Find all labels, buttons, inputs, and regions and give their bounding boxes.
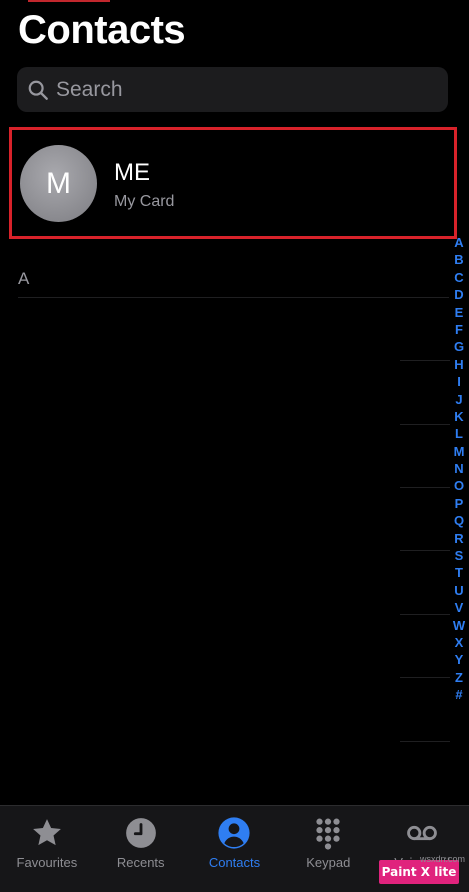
index-letter-w[interactable]: W [453, 617, 465, 634]
tab-favourites[interactable]: Favourites [0, 806, 94, 892]
tab-label-contacts: Contacts [208, 855, 261, 870]
index-letter-i[interactable]: I [457, 373, 461, 390]
tab-recents[interactable]: Recents [94, 806, 188, 892]
index-letter-f[interactable]: F [455, 321, 463, 338]
index-letter-a[interactable]: A [454, 234, 463, 251]
clock-icon [125, 818, 156, 848]
search-input[interactable] [56, 77, 436, 102]
alphabet-index[interactable]: A B C D E F G H I J K L M N O P Q R S T … [449, 234, 469, 702]
row-divider [400, 424, 450, 425]
watermark-site: wsxdn.com [420, 854, 466, 864]
card-subtitle: My Card [114, 193, 175, 210]
row-divider [400, 614, 450, 615]
index-letter-n[interactable]: N [454, 460, 463, 477]
top-accent-line [28, 0, 110, 2]
index-letter-u[interactable]: U [454, 582, 463, 599]
index-letter-g[interactable]: G [454, 338, 464, 355]
row-divider [400, 741, 450, 742]
index-letter-hash[interactable]: # [455, 686, 462, 703]
magnifier-icon [28, 80, 48, 100]
voicemail-icon [407, 825, 437, 841]
index-letter-e[interactable]: E [455, 304, 464, 321]
tab-label-recents: Recents [116, 855, 165, 870]
index-letter-h[interactable]: H [454, 356, 463, 373]
row-divider [400, 487, 450, 488]
index-letter-k[interactable]: K [454, 408, 463, 425]
index-letter-b[interactable]: B [454, 251, 463, 268]
index-letter-d[interactable]: D [454, 286, 463, 303]
person-circle-icon [218, 817, 251, 849]
row-divider [400, 677, 450, 678]
index-letter-c[interactable]: C [454, 269, 463, 286]
index-letter-o[interactable]: O [454, 477, 464, 494]
row-divider [400, 360, 450, 361]
tab-keypad[interactable]: Keypad [281, 806, 375, 892]
index-letter-r[interactable]: R [454, 530, 463, 547]
index-letter-j[interactable]: J [455, 391, 462, 408]
index-letter-v[interactable]: V [455, 599, 464, 616]
index-letter-y[interactable]: Y [455, 651, 464, 668]
keypad-icon [316, 818, 340, 850]
contacts-screen: Contacts M ME My Card A A B C D E F G H … [0, 0, 469, 892]
avatar-initial: M [46, 166, 71, 200]
index-letter-p[interactable]: P [455, 495, 464, 512]
star-icon [33, 819, 61, 846]
tab-label-favourites: Favourites [16, 855, 78, 870]
index-letter-x[interactable]: X [455, 634, 464, 651]
index-letter-t[interactable]: T [455, 564, 463, 581]
tab-contacts[interactable]: Contacts [188, 806, 282, 892]
avatar: M [20, 145, 97, 222]
my-card[interactable]: M ME My Card [9, 127, 457, 239]
section-divider [18, 297, 449, 298]
index-letter-m[interactable]: M [454, 443, 465, 460]
tab-label-keypad: Keypad [306, 855, 351, 870]
section-header-a: A [18, 269, 30, 288]
index-letter-q[interactable]: Q [454, 512, 464, 529]
index-letter-s[interactable]: S [455, 547, 464, 564]
search-bar[interactable] [17, 67, 448, 112]
index-letter-z[interactable]: Z [455, 669, 463, 686]
row-divider [400, 550, 450, 551]
index-letter-l[interactable]: L [455, 425, 463, 442]
page-title: Contacts [18, 8, 186, 52]
card-name: ME [114, 159, 150, 186]
